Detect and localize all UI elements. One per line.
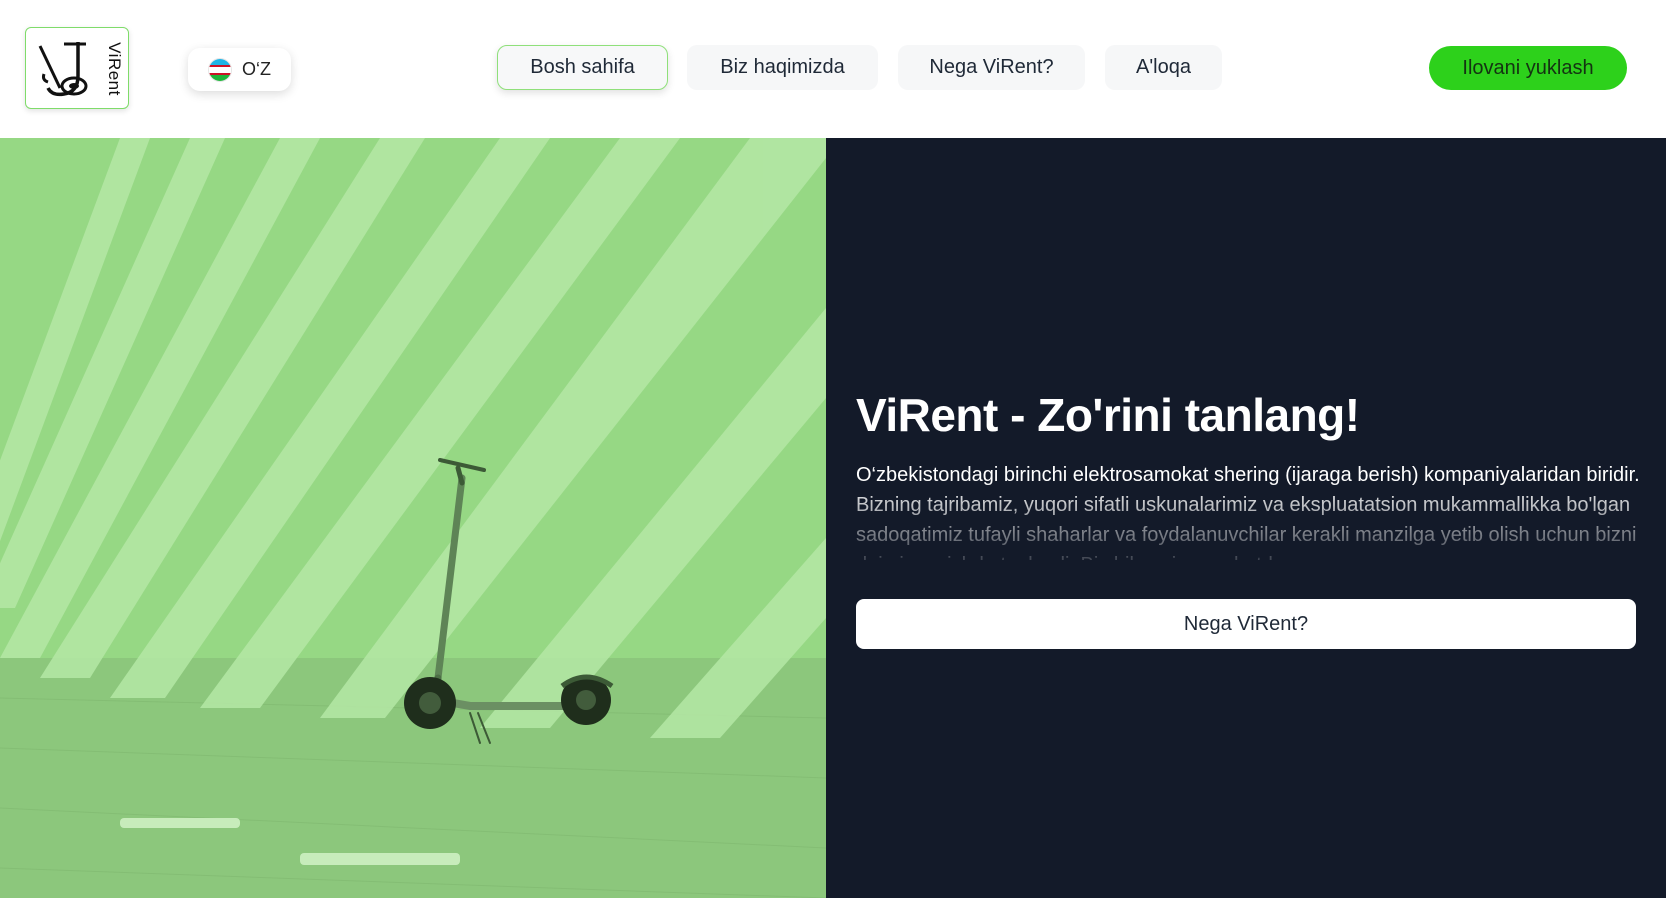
logo-text: ViRent [105,42,124,96]
logo[interactable]: ViRent [25,27,129,109]
hero-panel: ViRent - Zo'rini tanlang! O‘zbekistondag… [826,138,1666,898]
virent-logo-icon [38,42,88,97]
site-header: ViRent O‘Z Bosh sahifa Biz haqimizda Neg… [0,0,1666,138]
nav-contact[interactable]: A'loqa [1105,45,1222,90]
hero-title: ViRent - Zo'rini tanlang! [856,389,1360,441]
language-selector[interactable]: O‘Z [188,48,291,91]
nav-why-virent[interactable]: Nega ViRent? [898,45,1085,90]
hero-description: O‘zbekistondagi birinchi elektrosamokat … [856,464,1640,560]
nav-about[interactable]: Biz haqimizda [687,45,878,90]
download-app-button[interactable]: Ilovani yuklash [1429,46,1627,90]
why-virent-button[interactable]: Nega ViRent? [856,599,1636,649]
uzbekistan-flag-icon [208,57,232,82]
nav-home[interactable]: Bosh sahifa [497,45,668,90]
language-label: O‘Z [242,59,271,79]
hero-image [0,138,826,898]
scooter-photo [0,138,826,898]
